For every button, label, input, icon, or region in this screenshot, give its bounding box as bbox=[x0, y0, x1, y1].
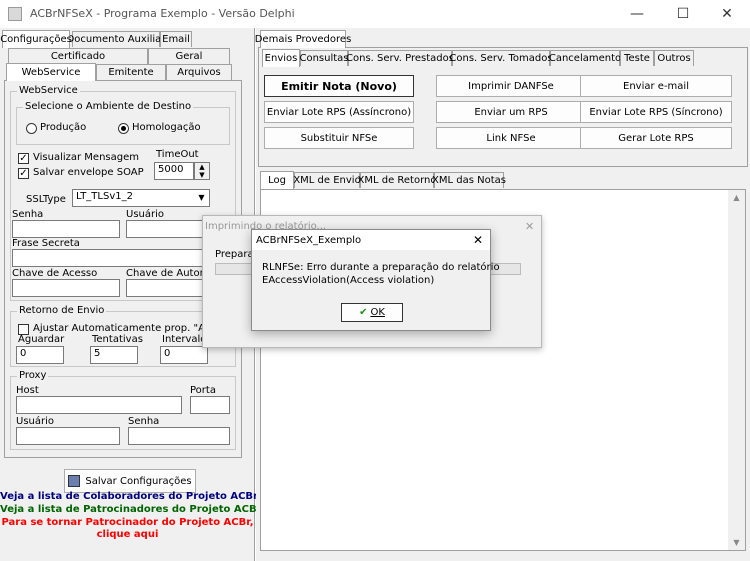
scroll-up-icon[interactable]: ▲ bbox=[728, 190, 745, 202]
senha-label: Senha bbox=[12, 209, 44, 220]
error-title: ACBrNFSeX_Exemplo bbox=[256, 235, 362, 246]
scroll-down-icon[interactable]: ▼ bbox=[728, 538, 745, 547]
link-tornar-patrocinador[interactable]: Para se tornar Patrocinador do Projeto A… bbox=[0, 517, 255, 528]
ssltype-select[interactable]: LT_TLSv1_2 bbox=[72, 189, 210, 207]
producao-label: Produção bbox=[40, 122, 87, 133]
tentativas-label: Tentativas bbox=[92, 334, 143, 345]
host-label: Host bbox=[16, 385, 39, 396]
salvar-config-button[interactable]: Salvar Configurações bbox=[64, 469, 196, 493]
progress-close-button[interactable]: ✕ bbox=[525, 220, 534, 233]
tentativas-input[interactable]: 5 bbox=[90, 346, 138, 364]
progress-bar-left bbox=[215, 263, 255, 275]
aguardar-input[interactable]: 0 bbox=[16, 346, 64, 364]
ssltype-label: SSLType bbox=[26, 194, 66, 205]
tab-cons-serv-tomados[interactable]: Cons. Serv. Tomados bbox=[449, 50, 553, 66]
visualizar-checkbox[interactable]: ✓ bbox=[18, 153, 29, 164]
frase-label: Frase Secreta bbox=[12, 238, 80, 249]
usuario-label: Usuário bbox=[126, 209, 165, 220]
visualizar-label: Visualizar Mensagem bbox=[33, 152, 139, 163]
proxy-usuario-input[interactable] bbox=[16, 427, 120, 445]
error-dialog: ACBrNFSeX_Exemplo ✕ RLNFSe: Erro durante… bbox=[251, 229, 500, 331]
ok-label: OK bbox=[370, 307, 385, 318]
tab-consultas[interactable]: Consultas bbox=[299, 50, 349, 66]
imprimir-danfse-button[interactable]: Imprimir DANFSe bbox=[436, 75, 586, 97]
tab-configuracoes[interactable]: Configurações bbox=[0, 30, 72, 48]
tab-demais-provedores[interactable]: Demais Provedores bbox=[255, 30, 351, 48]
tab-cancelamento[interactable]: Cancelamento bbox=[549, 50, 621, 66]
ok-button[interactable]: ✔ OK bbox=[341, 303, 403, 322]
homologacao-radio[interactable] bbox=[118, 123, 129, 134]
maximize-button[interactable]: ☐ bbox=[660, 0, 706, 28]
tab-emitente[interactable]: Emitente bbox=[96, 64, 166, 80]
link-colaboradores[interactable]: Veja a lista de Colaboradores do Projeto… bbox=[0, 491, 258, 502]
tab-email[interactable]: Email bbox=[160, 31, 192, 47]
minimize-button[interactable]: — bbox=[614, 0, 660, 28]
salvar-envelope-checkbox[interactable]: ✓ bbox=[18, 168, 29, 179]
tab-certificado[interactable]: Certificado bbox=[8, 48, 148, 64]
chave-acesso-input[interactable] bbox=[12, 279, 120, 297]
enviar-um-rps-button[interactable]: Enviar um RPS bbox=[436, 101, 586, 123]
aguardar-label: Aguardar bbox=[18, 334, 65, 345]
window-title: ACBrNFSeX - Programa Exemplo - Versão De… bbox=[30, 7, 295, 20]
link-patrocinadores[interactable]: Veja a lista de Patrocinadores do Projet… bbox=[0, 504, 262, 515]
producao-radio[interactable] bbox=[26, 123, 37, 134]
proxy-senha-label: Senha bbox=[128, 416, 160, 427]
error-line2: EAccessViolation(Access violation) bbox=[262, 275, 435, 286]
chave-acesso-label: Chave de Acesso bbox=[12, 268, 98, 279]
host-input[interactable] bbox=[16, 396, 182, 414]
enviar-lote-sync-button[interactable]: Enviar Lote RPS (Síncrono) bbox=[580, 101, 732, 123]
tab-xml-retorno[interactable]: XML de Retorno bbox=[358, 172, 437, 188]
salvar-config-label: Salvar Configurações bbox=[85, 475, 192, 487]
app-icon bbox=[8, 7, 22, 21]
porta-label: Porta bbox=[190, 385, 216, 396]
intervalo-input[interactable]: 0 bbox=[160, 346, 208, 364]
timeout-label: TimeOut bbox=[156, 149, 199, 160]
tab-teste[interactable]: Teste bbox=[620, 50, 654, 66]
intervalo-label: Intervalo bbox=[162, 334, 207, 345]
homologacao-label: Homologação bbox=[132, 122, 201, 133]
title-bar: ACBrNFSeX - Programa Exemplo - Versão De… bbox=[0, 0, 750, 28]
salvar-envelope-label: Salvar envelope SOAP bbox=[33, 167, 144, 178]
tab-outros[interactable]: Outros bbox=[654, 50, 694, 66]
porta-input[interactable] bbox=[190, 396, 230, 414]
link-clique-aqui[interactable]: clique aqui bbox=[0, 529, 255, 540]
tab-geral[interactable]: Geral bbox=[148, 48, 230, 64]
timeout-spinner[interactable]: ▲ ▼ bbox=[194, 162, 210, 180]
emitir-nota-button[interactable]: Emitir Nota (Novo) bbox=[264, 75, 414, 97]
link-nfse-button[interactable]: Link NFSe bbox=[436, 127, 586, 149]
save-icon bbox=[68, 475, 81, 487]
tab-log[interactable]: Log bbox=[260, 171, 294, 189]
tab-cons-serv-prestados[interactable]: Cons. Serv. Prestados bbox=[346, 50, 454, 66]
check-icon: ✔ bbox=[359, 307, 368, 318]
gerar-lote-button[interactable]: Gerar Lote RPS bbox=[580, 127, 732, 149]
log-scrollbar[interactable]: ▲ ▼ bbox=[728, 190, 745, 550]
tab-documento-auxiliar[interactable]: Documento Auxiliar bbox=[67, 31, 165, 47]
tab-envios[interactable]: Envios bbox=[262, 49, 300, 67]
timeout-input[interactable]: 5000 bbox=[154, 162, 194, 180]
proxy-senha-input[interactable] bbox=[128, 427, 230, 445]
tab-webservice[interactable]: WebService bbox=[6, 63, 96, 81]
tab-arquivos[interactable]: Arquivos bbox=[166, 64, 232, 80]
enviar-email-button[interactable]: Enviar e-mail bbox=[580, 75, 732, 97]
substituir-nfse-button[interactable]: Substituir NFSe bbox=[264, 127, 414, 149]
error-close-button[interactable]: ✕ bbox=[473, 233, 483, 247]
tab-xml-notas[interactable]: XML das Notas bbox=[432, 172, 506, 188]
frase-input[interactable] bbox=[12, 249, 234, 267]
close-button[interactable]: ✕ bbox=[704, 0, 750, 28]
tab-xml-envio[interactable]: XML de Envio bbox=[293, 172, 361, 188]
chevron-down-icon[interactable]: ▼ bbox=[194, 190, 209, 206]
senha-input[interactable] bbox=[12, 220, 120, 238]
error-line1: RLNFSe: Erro durante a preparação do rel… bbox=[262, 262, 500, 273]
enviar-lote-async-button[interactable]: Enviar Lote RPS (Assíncrono) bbox=[264, 101, 414, 123]
proxy-usuario-label: Usuário bbox=[16, 416, 55, 427]
